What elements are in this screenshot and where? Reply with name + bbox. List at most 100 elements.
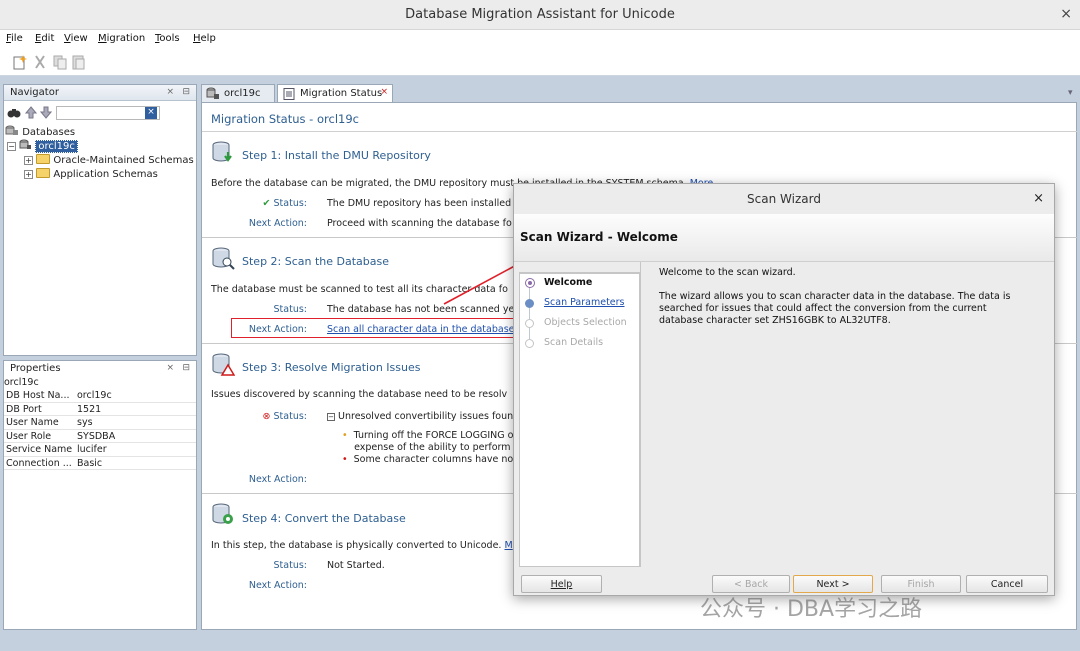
navigator-title: Navigator — [10, 87, 59, 98]
wizard-steps-panel: Welcome Scan Parameters Objects Selectio… — [519, 272, 640, 567]
step2-description: The database must be scanned to test all… — [211, 284, 508, 295]
step4-description: In this step, the database is physically… — [211, 540, 513, 551]
properties-minimize-icon[interactable]: ⊟ — [182, 363, 190, 373]
connection-icon — [19, 139, 32, 149]
expand-icon[interactable]: + — [24, 170, 33, 179]
database-convert-icon — [212, 503, 233, 524]
step1-title: Step 1: Install the DMU Repository — [242, 149, 431, 162]
tree-connection[interactable]: − orcl19c — [7, 139, 78, 153]
collapse-icon[interactable]: − — [7, 142, 16, 151]
step-pending-icon — [525, 339, 534, 348]
navigator-minimize-icon[interactable]: ⊟ — [182, 87, 190, 97]
arrow-up-icon[interactable] — [25, 106, 37, 119]
property-value: Basic — [77, 457, 103, 469]
step1-next-action-value: Proceed with scanning the database fo — [327, 218, 512, 229]
property-row[interactable]: Service Name lucifer — [4, 443, 196, 457]
property-row[interactable]: DB Host Na... orcl19c — [4, 389, 196, 403]
step4-title: Step 4: Convert the Database — [242, 512, 406, 525]
tab-list-dropdown-icon[interactable]: ▾ — [1068, 88, 1073, 98]
paste-icon[interactable] — [70, 54, 86, 70]
collapse-icon[interactable]: − — [327, 413, 335, 421]
property-row[interactable]: User Name sys — [4, 416, 196, 430]
property-value: sys — [77, 417, 93, 428]
step2-next-action-label: Next Action: — [248, 324, 307, 335]
property-key: DB Port — [6, 403, 42, 415]
property-row[interactable]: Connection ... Basic — [4, 457, 196, 470]
properties-header: Properties × ⊟ — [4, 361, 196, 377]
wizard-content: Welcome to the scan wizard. The wizard a… — [640, 262, 1054, 567]
tree-application-schemas-label: Application Schemas — [53, 169, 158, 180]
menu-help[interactable]: Help — [193, 33, 216, 44]
tab-migration-status-label: Migration Status — [300, 88, 383, 99]
tree-oracle-schemas[interactable]: + Oracle-Maintained Schemas — [24, 154, 194, 166]
database-install-icon — [212, 141, 232, 162]
cut-icon[interactable] — [32, 54, 48, 70]
wizard-body-line-3: database character set ZHS16GBK to AL32U… — [659, 315, 891, 326]
step3-status-label: ⊗ Status: — [262, 411, 307, 422]
wizard-step-scan-parameters[interactable]: Scan Parameters — [544, 297, 625, 308]
arrow-down-icon[interactable] — [40, 106, 52, 119]
property-row[interactable]: User Role SYSDBA — [4, 430, 196, 443]
database-scan-icon — [212, 247, 235, 270]
tab-orcl19c[interactable]: orcl19c — [201, 84, 275, 102]
navigator-panel: Navigator × ⊟ × Databases − orcl19c + Or… — [3, 84, 197, 356]
properties-close-icon[interactable]: × — [166, 363, 174, 373]
step2-status-value: The database has not been scanned ye — [327, 304, 515, 315]
menu-edit[interactable]: Edit — [35, 33, 54, 44]
error-bullet-icon: • — [342, 454, 348, 465]
binoculars-icon[interactable] — [7, 107, 21, 119]
step4-more-link[interactable]: M — [504, 540, 512, 551]
properties-table: DB Host Na... orcl19c DB Port 1521 User Na… — [4, 389, 196, 470]
scan-database-link[interactable]: Scan all character data in the database — [327, 324, 515, 335]
menu-view[interactable]: View — [64, 33, 88, 44]
copy-icon[interactable] — [52, 54, 68, 70]
window-title: Database Migration Assistant for Unicode — [405, 7, 675, 22]
menu-tools[interactable]: Tools — [155, 33, 180, 44]
folder-icon — [36, 168, 51, 178]
scan-wizard-dialog: Scan Wizard × Scan Wizard - Welcome Welc… — [513, 183, 1055, 596]
help-button[interactable]: Help — [521, 575, 602, 593]
step1-next-action-label: Next Action: — [248, 218, 307, 229]
tree-application-schemas[interactable]: + Application Schemas — [24, 168, 158, 180]
tree-connection-label: orcl19c — [35, 140, 78, 153]
properties-title: Properties — [10, 363, 61, 374]
new-connection-icon[interactable] — [12, 54, 28, 70]
menu-migration[interactable]: Migration — [98, 33, 145, 44]
connection-icon — [206, 87, 219, 99]
tree-databases[interactable]: Databases — [5, 125, 75, 138]
wizard-intro-text: Welcome to the scan wizard. — [659, 267, 796, 278]
step1-status-value: The DMU repository has been installed — [327, 198, 512, 209]
expand-icon[interactable]: + — [24, 156, 33, 165]
wizard-step-objects-selection: Objects Selection — [544, 317, 627, 328]
property-key: User Role — [6, 430, 52, 442]
dialog-close-button[interactable]: × — [1033, 191, 1044, 206]
step2-status-label: Status: — [273, 304, 307, 315]
property-value: lucifer — [77, 444, 107, 455]
navigator-close-icon[interactable]: × — [166, 87, 174, 97]
step-next-icon — [525, 299, 534, 308]
step3-title: Step 3: Resolve Migration Issues — [242, 361, 421, 374]
tree-oracle-schemas-label: Oracle-Maintained Schemas — [53, 155, 194, 166]
databases-icon — [5, 125, 18, 135]
warning-bullet-icon: • — [342, 430, 348, 441]
property-value: orcl19c — [77, 390, 112, 401]
wizard-body-line-1: The wizard allows you to scan character … — [659, 291, 1011, 302]
folder-icon — [36, 154, 51, 164]
wizard-step-scan-details: Scan Details — [544, 337, 604, 348]
wizard-step-welcome[interactable]: Welcome — [544, 277, 592, 288]
tree-databases-label: Databases — [22, 127, 76, 138]
property-key: Connection ... — [6, 457, 72, 469]
property-row[interactable]: DB Port 1521 — [4, 403, 196, 416]
properties-panel: Properties × ⊟ orcl19c DB Host Na... orcl… — [3, 360, 197, 630]
menu-file[interactable]: File — [6, 33, 23, 44]
cancel-button[interactable]: Cancel — [966, 575, 1048, 593]
window-close-button[interactable]: × — [1060, 6, 1072, 22]
property-value: SYSDBA — [77, 430, 116, 442]
page-title: Migration Status - orcl19c — [211, 112, 359, 126]
properties-object-name: orcl19c — [4, 377, 39, 388]
step-pending-icon — [525, 319, 534, 328]
dialog-title: Scan Wizard — [747, 192, 821, 206]
tab-close-icon[interactable]: × — [380, 87, 388, 97]
clear-search-icon[interactable]: × — [145, 107, 157, 119]
tab-migration-status[interactable]: Migration Status × — [277, 84, 393, 102]
